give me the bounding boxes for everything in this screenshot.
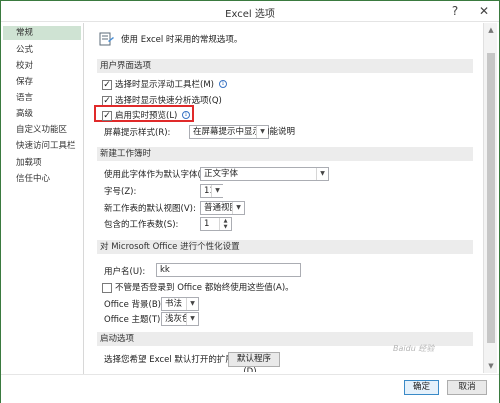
- close-button[interactable]: ✕: [470, 2, 498, 20]
- sidebar-item-advanced[interactable]: 高级: [3, 107, 81, 121]
- options-content: 使用 Excel 时采用的常规选项。 用户界面选项 ✓ 选择时显示浮动工具栏(M…: [91, 23, 475, 372]
- chevron-down-icon: ▼: [256, 126, 268, 138]
- office-background-dropdown[interactable]: 书法 ▼: [161, 297, 199, 311]
- ui-options-header: 用户界面选项: [97, 59, 473, 73]
- sidebar-item-quick-access-toolbar[interactable]: 快速访问工具栏: [3, 139, 81, 153]
- sidebar: 常规 公式 校对 保存 语言 高级 自定义功能区 快速访问工具栏 加载项 信任中…: [1, 23, 84, 403]
- screentip-style-dropdown[interactable]: 在屏幕提示中显示功能说明 ▼: [189, 125, 295, 139]
- vertical-scrollbar[interactable]: ▲ ▼: [483, 23, 497, 373]
- dialog-footer: 确定 取消: [1, 374, 499, 403]
- chevron-down-icon: ▼: [211, 185, 223, 197]
- sidebar-item-save[interactable]: 保存: [3, 75, 81, 89]
- scrollbar-thumb[interactable]: [487, 53, 495, 343]
- sheet-count-value: 1: [204, 219, 210, 229]
- font-size-label: 字号(Z):: [104, 187, 137, 197]
- general-options-icon: [99, 32, 114, 46]
- intro-text: 使用 Excel 时采用的常规选项。: [121, 35, 243, 45]
- default-font-label: 使用此字体作为默认字体(N):: [104, 170, 214, 180]
- chevron-down-icon: ▼: [316, 168, 328, 180]
- sidebar-item-proofing[interactable]: 校对: [3, 59, 81, 73]
- default-programs-button[interactable]: 默认程序(D)...: [228, 352, 280, 372]
- font-size-dropdown[interactable]: 11 ▼: [200, 184, 223, 198]
- spinner-arrows-icon[interactable]: ▲ ▼: [219, 218, 231, 230]
- office-theme-dropdown[interactable]: 浅灰色 ▼: [161, 312, 199, 326]
- office-background-label: Office 背景(B):: [104, 300, 164, 310]
- always-use-values-checkbox[interactable]: [102, 283, 112, 293]
- username-value: kk: [160, 265, 170, 275]
- info-icon: i: [182, 111, 190, 119]
- chevron-down-icon: ▼: [186, 298, 198, 310]
- sidebar-item-trust-center[interactable]: 信任中心: [3, 172, 81, 186]
- sidebar-item-add-ins[interactable]: 加载项: [3, 156, 81, 170]
- scroll-up-icon[interactable]: ▲: [486, 25, 496, 35]
- office-background-value: 书法: [165, 299, 183, 309]
- sidebar-item-formulas[interactable]: 公式: [3, 43, 81, 57]
- mini-toolbar-checkbox[interactable]: ✓: [102, 80, 112, 90]
- cancel-button[interactable]: 取消: [447, 380, 487, 395]
- new-workbook-header: 新建工作簿时: [97, 147, 473, 161]
- sheet-count-spinner[interactable]: 1 ▲ ▼: [200, 217, 232, 231]
- default-font-dropdown[interactable]: 正文字体 ▼: [200, 167, 329, 181]
- info-icon: i: [219, 80, 227, 88]
- help-button[interactable]: ?: [441, 2, 469, 20]
- personalize-header: 对 Microsoft Office 进行个性化设置: [97, 240, 473, 254]
- sheet-count-label: 包含的工作表数(S):: [104, 220, 179, 230]
- sidebar-item-language[interactable]: 语言: [3, 91, 81, 105]
- live-preview-checkbox[interactable]: ✓: [102, 111, 112, 121]
- chevron-down-icon: ▼: [232, 202, 244, 214]
- window-title: Excel 选项: [225, 9, 275, 20]
- screentip-style-value: 在屏幕提示中显示功能说明: [193, 127, 296, 137]
- default-view-label: 新工作表的默认视图(V):: [104, 204, 196, 214]
- live-preview-label: 启用实时预览(L): [115, 111, 178, 121]
- excel-options-dialog: Excel 选项 ? ✕ 常规 公式 校对 保存 语言 高级 自定义功能区 快速…: [0, 0, 500, 403]
- watermark: Baidu 经验: [393, 344, 435, 353]
- username-input[interactable]: kk: [156, 263, 301, 277]
- always-use-values-label: 不管是否登录到 Office 都始终使用这些值(A)。: [115, 283, 294, 293]
- default-view-dropdown[interactable]: 普通视图 ▼: [200, 201, 245, 215]
- mini-toolbar-label: 选择时显示浮动工具栏(M): [115, 80, 214, 90]
- sidebar-item-general[interactable]: 常规: [3, 26, 81, 40]
- office-theme-label: Office 主题(T):: [104, 315, 164, 325]
- sidebar-item-customize-ribbon[interactable]: 自定义功能区: [3, 123, 81, 137]
- default-font-value: 正文字体: [204, 169, 239, 179]
- username-label: 用户名(U):: [104, 267, 146, 277]
- screentip-style-label: 屏幕提示样式(R):: [104, 128, 171, 138]
- scroll-down-icon[interactable]: ▼: [486, 361, 496, 371]
- default-extensions-label: 选择您希望 Excel 默认打开的扩展名:: [104, 355, 246, 365]
- title-bar: Excel 选项 ? ✕: [1, 1, 499, 22]
- chevron-down-icon: ▼: [186, 313, 198, 325]
- ok-button[interactable]: 确定: [404, 380, 439, 395]
